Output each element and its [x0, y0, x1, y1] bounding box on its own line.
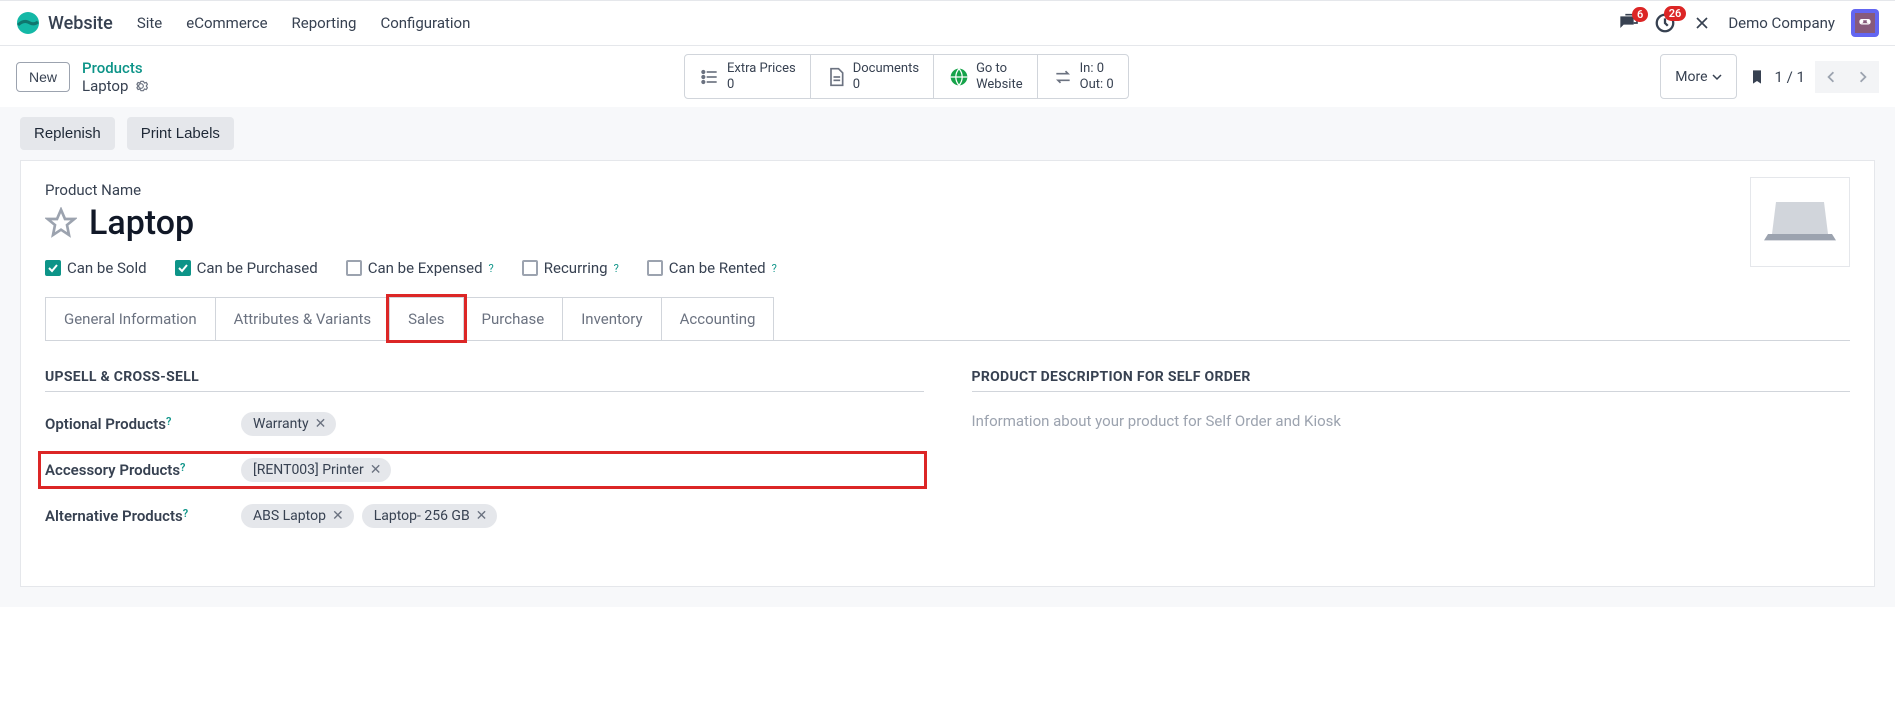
- go-to-website-button[interactable]: Go to Website: [934, 55, 1038, 98]
- product-image[interactable]: [1750, 177, 1850, 267]
- logo-icon: [16, 11, 40, 35]
- sales-tab-content: UPSELL & CROSS-SELL Optional Products ? …: [45, 341, 1850, 546]
- tab-purchase[interactable]: Purchase: [463, 297, 564, 340]
- breadcrumb: Products Laptop: [82, 59, 148, 95]
- help-icon[interactable]: ?: [614, 262, 619, 275]
- accessory-products-tags[interactable]: [RENT003] Printer ✕: [241, 458, 391, 482]
- app-logo[interactable]: Website: [16, 11, 113, 35]
- tab-general-information[interactable]: General Information: [45, 297, 216, 340]
- can-be-expensed-checkbox[interactable]: Can be Expensed ?: [346, 259, 494, 277]
- product-title[interactable]: Laptop: [89, 203, 194, 243]
- tab-accounting[interactable]: Accounting: [661, 297, 775, 340]
- checkbox-icon: [647, 260, 663, 276]
- globe-icon: [948, 66, 970, 88]
- nav-ecommerce[interactable]: eCommerce: [186, 14, 267, 32]
- help-icon[interactable]: ?: [772, 262, 777, 275]
- top-nav: Website Site eCommerce Reporting Configu…: [0, 0, 1895, 46]
- tab-sales[interactable]: Sales: [389, 297, 463, 340]
- new-button[interactable]: New: [16, 62, 70, 92]
- breadcrumb-parent[interactable]: Products: [82, 59, 148, 77]
- can-be-purchased-checkbox[interactable]: Can be Purchased: [175, 259, 318, 277]
- list-icon: [699, 66, 721, 88]
- can-be-rented-checkbox[interactable]: Can be Rented ?: [647, 259, 777, 277]
- company-name[interactable]: Demo Company: [1728, 14, 1835, 32]
- remove-tag-icon[interactable]: ✕: [476, 508, 488, 524]
- tab-attributes-variants[interactable]: Attributes & Variants: [215, 297, 390, 340]
- checkbox-icon: [45, 260, 61, 276]
- more-button[interactable]: More: [1660, 54, 1736, 99]
- actions-row: Replenish Print Labels: [0, 107, 1895, 160]
- product-type-checkboxes: Can be Sold Can be Purchased Can be Expe…: [45, 259, 1850, 277]
- help-icon[interactable]: ?: [166, 415, 171, 428]
- tag-laptop-256: Laptop- 256 GB ✕: [362, 504, 498, 528]
- optional-products-tags[interactable]: Warranty ✕: [241, 412, 336, 436]
- messaging-icon[interactable]: 6: [1616, 13, 1638, 33]
- print-labels-button[interactable]: Print Labels: [127, 117, 234, 150]
- smart-buttons: Extra Prices 0 Documents 0 Go to Website…: [684, 54, 1129, 99]
- nav-configuration[interactable]: Configuration: [380, 14, 470, 32]
- extra-prices-button[interactable]: Extra Prices 0: [685, 55, 811, 98]
- bookmark-icon[interactable]: [1749, 67, 1765, 87]
- checkbox-icon: [522, 260, 538, 276]
- favorite-star-icon[interactable]: [45, 207, 77, 239]
- pager-count: 1 / 1: [1775, 68, 1806, 86]
- tabs: General Information Attributes & Variant…: [45, 297, 1850, 341]
- checkbox-icon: [175, 260, 191, 276]
- help-icon[interactable]: ?: [489, 262, 494, 275]
- transfer-arrows-icon: [1052, 66, 1074, 88]
- gear-icon[interactable]: [134, 79, 148, 93]
- nav-site[interactable]: Site: [137, 14, 162, 32]
- next-button[interactable]: [1847, 61, 1879, 93]
- self-order-section-title: PRODUCT DESCRIPTION FOR SELF ORDER: [972, 369, 1851, 392]
- caret-down-icon: [1712, 72, 1722, 82]
- replenish-button[interactable]: Replenish: [20, 117, 115, 150]
- activity-icon[interactable]: 26: [1654, 12, 1676, 34]
- remove-tag-icon[interactable]: ✕: [332, 508, 344, 524]
- alternative-products-tags[interactable]: ABS Laptop ✕ Laptop- 256 GB ✕: [241, 504, 497, 528]
- tools-icon[interactable]: [1692, 13, 1712, 33]
- remove-tag-icon[interactable]: ✕: [370, 462, 382, 478]
- help-icon[interactable]: ?: [183, 507, 188, 520]
- checkbox-icon: [346, 260, 362, 276]
- documents-button[interactable]: Documents 0: [811, 55, 934, 98]
- optional-products-field: Optional Products ? Warranty ✕: [45, 412, 924, 436]
- chat-badge: 6: [1632, 7, 1648, 22]
- app-name: Website: [48, 13, 113, 34]
- can-be-sold-checkbox[interactable]: Can be Sold: [45, 259, 147, 277]
- accessory-products-field: Accessory Products ? [RENT003] Printer ✕: [41, 454, 924, 486]
- self-order-description-input[interactable]: Information about your product for Self …: [972, 412, 1851, 430]
- nav-reporting[interactable]: Reporting: [292, 14, 357, 32]
- tag-warranty: Warranty ✕: [241, 412, 336, 436]
- product-name-label: Product Name: [45, 181, 1850, 199]
- activity-badge: 26: [1664, 6, 1687, 21]
- user-avatar[interactable]: [1851, 9, 1879, 37]
- upsell-section-title: UPSELL & CROSS-SELL: [45, 369, 924, 392]
- tag-printer: [RENT003] Printer ✕: [241, 458, 391, 482]
- prev-button[interactable]: [1815, 61, 1847, 93]
- help-icon[interactable]: ?: [180, 461, 185, 474]
- inventory-moves-button[interactable]: In: 0 Out: 0: [1038, 55, 1128, 98]
- document-icon: [825, 66, 847, 88]
- alternative-products-field: Alternative Products ? ABS Laptop ✕ Lapt…: [45, 504, 924, 528]
- tag-abs-laptop: ABS Laptop ✕: [241, 504, 354, 528]
- remove-tag-icon[interactable]: ✕: [315, 416, 327, 432]
- breadcrumb-current: Laptop: [82, 77, 148, 95]
- recurring-checkbox[interactable]: Recurring ?: [522, 259, 619, 277]
- tab-inventory[interactable]: Inventory: [562, 297, 661, 340]
- form-sheet: Product Name Laptop Can be Sold Can be P…: [20, 160, 1875, 587]
- control-panel: New Products Laptop Extra Prices 0 Docum…: [0, 46, 1895, 107]
